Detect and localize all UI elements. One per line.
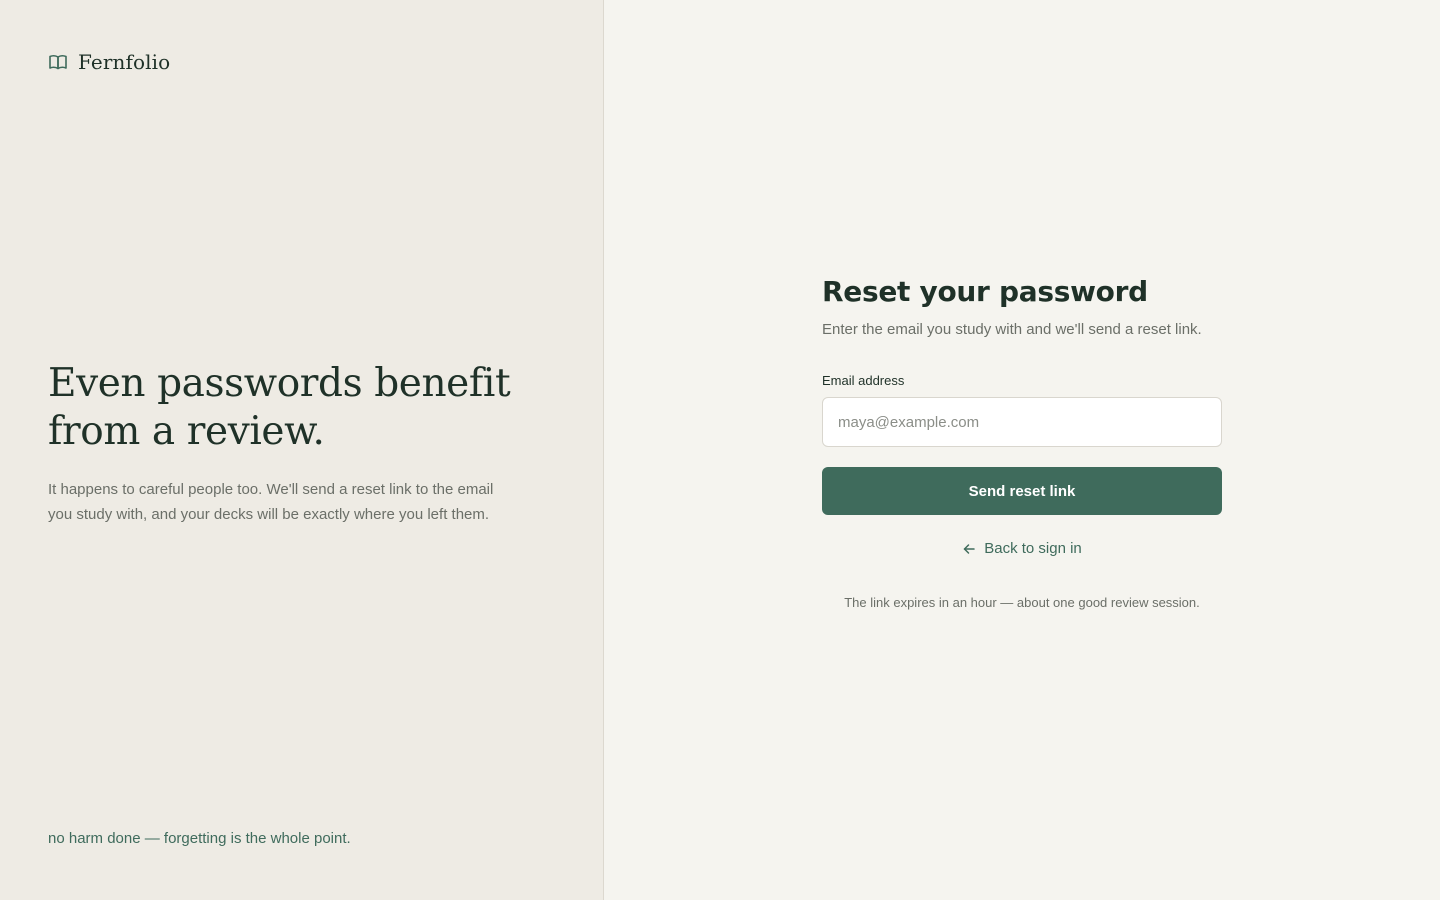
brand[interactable]: Fernfolio	[48, 50, 170, 74]
arrow-left-icon	[962, 542, 976, 556]
reset-password-page: Fernfolio Even passwords benefit from a …	[0, 0, 1440, 900]
hero-body: It happens to careful people too. We'll …	[48, 481, 494, 523]
send-reset-link-button[interactable]: Send reset link	[822, 467, 1222, 515]
email-field[interactable]	[822, 397, 1222, 447]
form-subtitle: Enter the email you study with and we'll…	[822, 321, 1202, 338]
form-panel: Reset your password Enter the email you …	[604, 0, 1440, 900]
brand-name: Fernfolio	[78, 50, 171, 74]
open-book-icon	[48, 52, 68, 72]
link-expiry-note: The link expires in an hour — about one …	[844, 595, 1200, 610]
hero-title: Even passwords benefit from a review.	[48, 361, 511, 454]
brand-panel-footer: no harm done — forgetting is the whole p…	[48, 830, 351, 847]
email-label: Email address	[822, 373, 905, 388]
form-title: Reset your password	[822, 275, 1148, 308]
hero: Even passwords benefit from a review. It…	[48, 360, 518, 527]
reset-password-form: Reset your password Enter the email you …	[822, 275, 1222, 610]
back-to-sign-in-link[interactable]: Back to sign in	[822, 540, 1222, 557]
back-to-sign-in-label: Back to sign in	[984, 540, 1082, 557]
brand-panel: Fernfolio Even passwords benefit from a …	[0, 0, 604, 900]
